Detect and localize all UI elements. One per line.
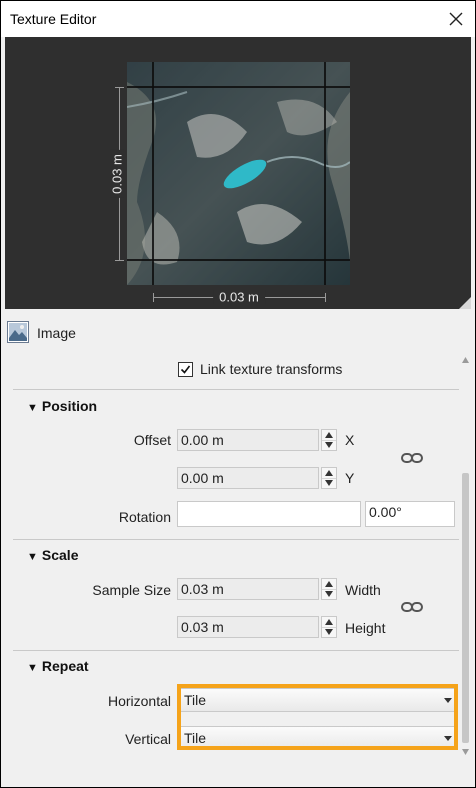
sample-height-stepper[interactable] <box>321 616 337 638</box>
scroll-up-icon[interactable] <box>462 355 469 365</box>
link-chain-icon[interactable] <box>401 451 423 465</box>
width-dimension-cap-right <box>325 293 326 302</box>
position-heading: Position <box>41 398 98 414</box>
offset-label: Offset <box>133 432 171 448</box>
vertical-repeat-select[interactable]: Tile <box>179 726 457 750</box>
texture-image <box>127 62 350 285</box>
height-dimension-label: 0.03 m <box>109 150 125 198</box>
sample-size-label: Sample Size <box>92 582 171 598</box>
collapse-triangle-icon: ▼ <box>27 551 38 563</box>
image-row[interactable]: Image <box>5 315 471 351</box>
spin-down-icon[interactable] <box>322 627 336 637</box>
repeat-heading: Repeat <box>41 658 89 674</box>
sample-width-input[interactable]: 0.03 m <box>177 578 319 600</box>
checkmark-icon <box>180 365 191 374</box>
scroll-down-icon[interactable] <box>462 747 469 757</box>
height-dimension-cap-bottom <box>115 260 124 261</box>
height-label: Height <box>345 620 386 636</box>
position-section-header[interactable]: ▼ Position <box>27 398 97 414</box>
height-dimension-cap-top <box>115 87 124 88</box>
rotation-degrees-input[interactable]: 0.00° <box>365 501 455 527</box>
offset-y-input[interactable]: 0.00 m <box>177 467 319 489</box>
vertical-repeat-value: Tile <box>184 730 207 746</box>
horizontal-repeat-select[interactable]: Tile <box>179 688 457 712</box>
divider <box>13 539 459 540</box>
spin-down-icon[interactable] <box>322 440 336 450</box>
texture-editor-window: Texture Editor 0.03 m 0.03 m Image Link … <box>0 0 476 788</box>
horizontal-repeat-label: Horizontal <box>107 693 171 709</box>
offset-y-stepper[interactable] <box>321 467 337 489</box>
close-icon[interactable] <box>443 6 469 32</box>
vertical-repeat-label: Vertical <box>125 731 171 747</box>
texture-preview[interactable]: 0.03 m 0.03 m <box>5 37 471 309</box>
sample-height-input[interactable]: 0.03 m <box>177 616 319 638</box>
window-title: Texture Editor <box>10 11 97 27</box>
divider <box>13 389 459 390</box>
width-label: Width <box>345 582 381 598</box>
spin-down-icon[interactable] <box>322 478 336 488</box>
image-label: Image <box>37 325 76 341</box>
properties-panel: Link texture transforms ▼ Position Offset… <box>5 353 471 759</box>
resize-grip-icon[interactable] <box>459 297 471 309</box>
width-dimension-label: 0.03 m <box>213 289 265 305</box>
link-texture-checkbox[interactable] <box>178 362 193 377</box>
rotation-slider[interactable] <box>177 501 361 527</box>
horizontal-repeat-value: Tile <box>184 692 207 708</box>
spin-down-icon[interactable] <box>322 589 336 599</box>
x-axis-label: X <box>345 432 355 448</box>
collapse-triangle-icon: ▼ <box>27 662 38 674</box>
link-texture-label: Link texture transforms <box>200 361 343 377</box>
chevron-down-icon <box>444 736 452 741</box>
repeat-section-header[interactable]: ▼ Repeat <box>27 658 89 674</box>
title-bar: Texture Editor <box>1 1 475 37</box>
scale-section-header[interactable]: ▼ Scale <box>27 547 78 563</box>
scrollbar-thumb[interactable] <box>462 473 469 743</box>
y-axis-label: Y <box>345 470 355 486</box>
divider <box>13 650 459 651</box>
link-chain-icon[interactable] <box>401 600 423 614</box>
offset-x-stepper[interactable] <box>321 429 337 451</box>
sample-width-stepper[interactable] <box>321 578 337 600</box>
scale-heading: Scale <box>41 547 79 563</box>
collapse-triangle-icon: ▼ <box>27 402 38 414</box>
chevron-down-icon <box>444 698 452 703</box>
properties-scrollbar[interactable] <box>462 353 469 759</box>
width-dimension-cap-left <box>153 293 154 302</box>
image-thumbnail-icon <box>7 321 29 343</box>
rotation-label: Rotation <box>118 509 171 525</box>
offset-x-input[interactable]: 0.00 m <box>177 429 319 451</box>
